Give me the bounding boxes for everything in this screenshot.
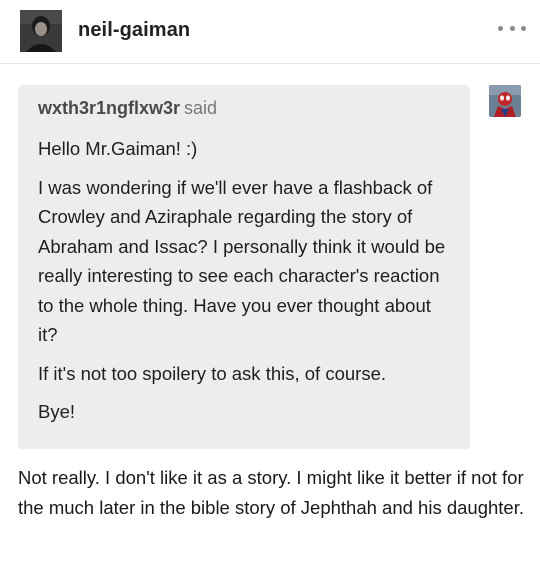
dot: [521, 25, 526, 31]
spiderman-avatar-icon: [489, 85, 521, 117]
ask-paragraph: I was wondering if we'll ever have a fla…: [38, 176, 446, 346]
ask-box: wxth3r1ngflxw3r said Hello Mr.Gaiman! :) …: [18, 85, 470, 449]
answer-text: Not really. I don't like it as a story. …: [18, 467, 524, 518]
ask-paragraph: Bye!: [38, 401, 76, 422]
author-username[interactable]: neil-gaiman: [78, 19, 190, 42]
dot: [509, 25, 515, 31]
asker-line: wxth3r1ngflxw3r said: [38, 96, 450, 120]
asker-avatar[interactable]: [489, 85, 521, 117]
ask-paragraph: If it's not too spoilery to ask this, of…: [38, 362, 386, 384]
asker-username[interactable]: wxth3r1ngflxw3r: [38, 98, 180, 118]
profile-photo-icon: [20, 10, 62, 52]
ask-paragraph: Hello Mr.Gaiman! :): [38, 138, 198, 159]
dot: [498, 25, 503, 31]
said-label: said: [184, 98, 218, 118]
post-header: neil-gaiman: [0, 0, 540, 64]
author-avatar[interactable]: [20, 10, 62, 52]
more-options-icon[interactable]: [498, 22, 526, 34]
